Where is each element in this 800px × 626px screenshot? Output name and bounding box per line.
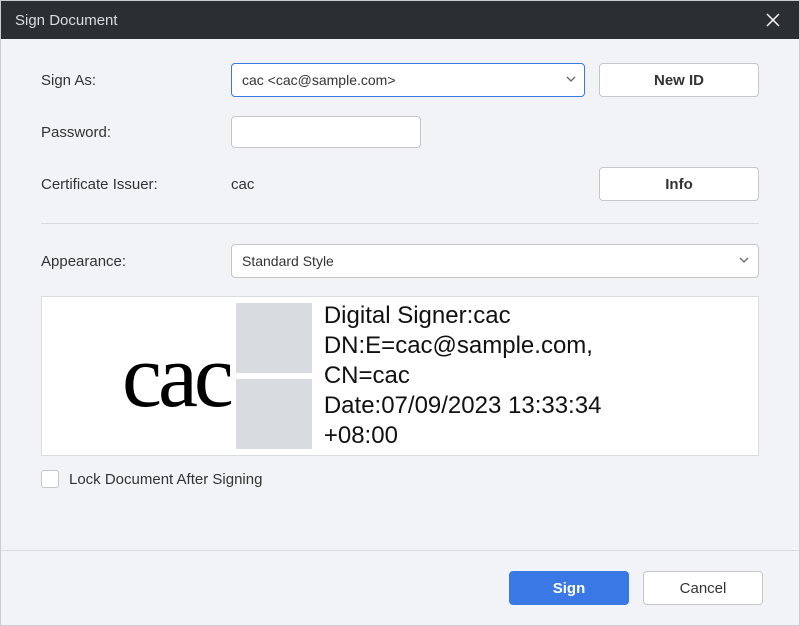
cancel-button[interactable]: Cancel (643, 571, 763, 605)
sign-as-label: Sign As: (41, 72, 231, 89)
dialog-footer: Sign Cancel (1, 551, 799, 625)
cert-issuer-label: Certificate Issuer: (41, 176, 231, 193)
sign-as-row: Sign As: cac <cac@sample.com> New ID (41, 63, 759, 97)
close-icon (766, 13, 780, 27)
info-button[interactable]: Info (599, 167, 759, 201)
appearance-row: Appearance: Standard Style (41, 244, 759, 278)
dialog-content: Sign As: cac <cac@sample.com> New ID Pas… (1, 39, 799, 550)
password-input[interactable] (231, 116, 421, 148)
cert-issuer-value: cac (231, 176, 585, 193)
signature-preview: cac Digital Signer:cac DN:E=cac@sample.c… (41, 296, 759, 456)
preview-name: cac (122, 325, 230, 428)
password-label: Password: (41, 124, 231, 141)
lock-row: Lock Document After Signing (41, 470, 759, 488)
preview-line: Date:07/09/2023 13:33:34 (324, 391, 602, 421)
sign-button[interactable]: Sign (509, 571, 629, 605)
lock-label: Lock Document After Signing (69, 471, 262, 488)
preview-line: DN:E=cac@sample.com, (324, 331, 602, 361)
preview-line: Digital Signer:cac (324, 301, 602, 331)
sign-document-dialog: Sign Document Sign As: cac <cac@sample.c… (0, 0, 800, 626)
new-id-button[interactable]: New ID (599, 63, 759, 97)
titlebar: Sign Document (1, 1, 799, 39)
preview-details: Digital Signer:cac DN:E=cac@sample.com, … (324, 301, 602, 451)
divider (41, 223, 759, 224)
dialog-title: Sign Document (15, 12, 757, 29)
stamp-icon (236, 303, 314, 449)
appearance-label: Appearance: (41, 253, 231, 270)
lock-checkbox[interactable] (41, 470, 59, 488)
preview-line: CN=cac (324, 361, 602, 391)
preview-line: +08:00 (324, 421, 602, 451)
cert-issuer-row: Certificate Issuer: cac Info (41, 167, 759, 201)
appearance-select[interactable]: Standard Style (231, 244, 759, 278)
chevron-down-icon (738, 253, 750, 269)
sign-as-value: cac <cac@sample.com> (242, 72, 396, 88)
close-button[interactable] (757, 4, 789, 36)
sign-as-select[interactable]: cac <cac@sample.com> (231, 63, 585, 97)
appearance-value: Standard Style (242, 253, 334, 269)
password-row: Password: (41, 115, 759, 149)
